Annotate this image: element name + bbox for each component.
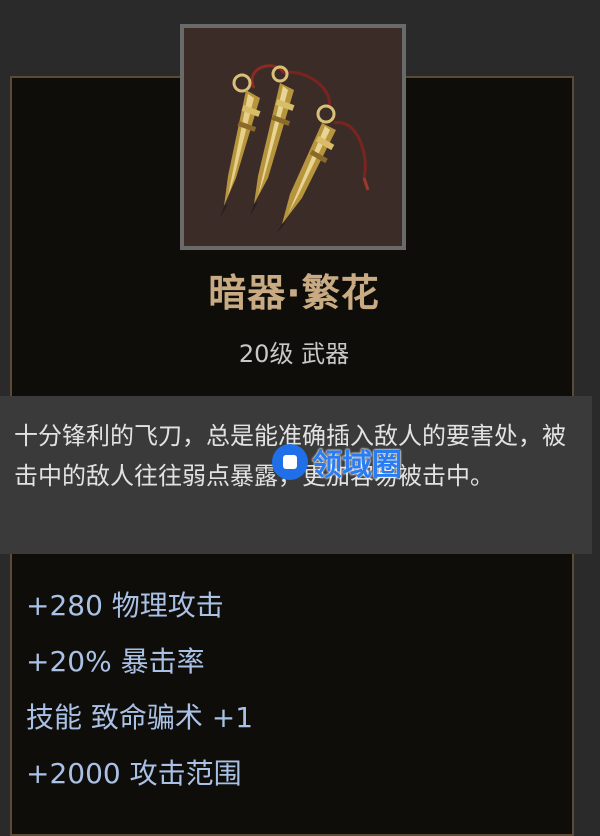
stat-line: +280 物理攻击 xyxy=(26,589,224,622)
stat-line: +2000 攻击范围 xyxy=(26,757,242,790)
throwing-daggers-icon xyxy=(184,28,402,246)
stat-line: 技能 致命骗术 +1 xyxy=(26,701,254,734)
item-level-type: 20级 武器 xyxy=(238,340,350,368)
item-stats: +280 物理攻击 +20% 暴击率 技能 致命骗术 +1 +2000 攻击范围 xyxy=(26,582,566,806)
item-icon-frame xyxy=(180,24,406,250)
stat-line: +20% 暴击率 xyxy=(26,645,205,678)
watermark: 领域圈 xyxy=(272,444,402,483)
watermark-logo-icon xyxy=(272,444,308,480)
item-name: 暗器·繁花 xyxy=(208,271,380,315)
watermark-text: 领域圈 xyxy=(312,448,402,483)
